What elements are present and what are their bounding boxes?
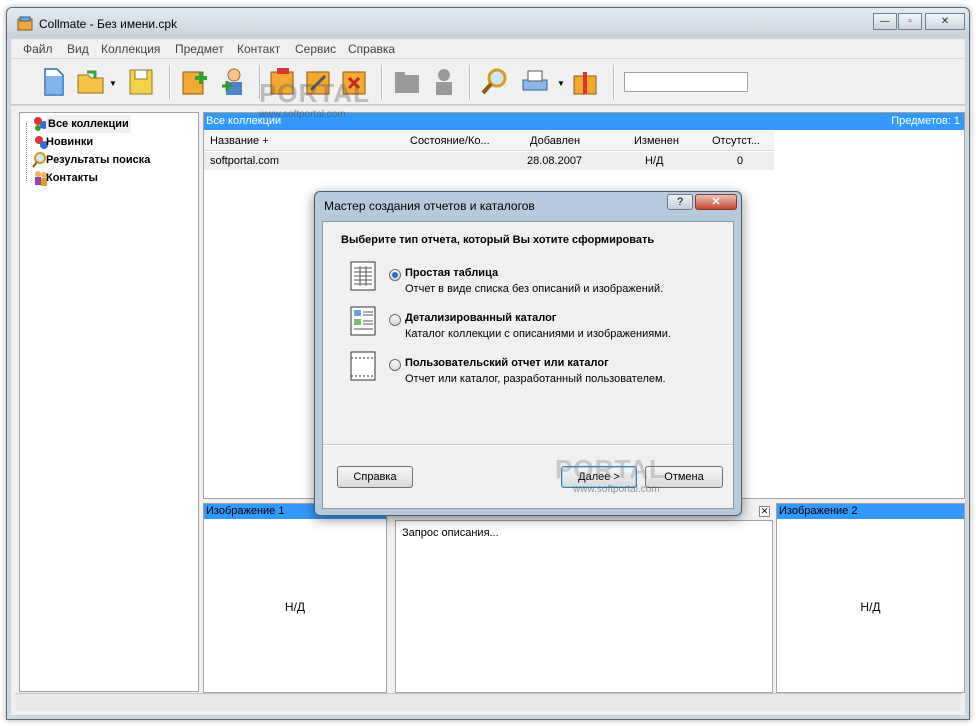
- toolbar-separator: [169, 65, 171, 99]
- print-icon[interactable]: [519, 66, 551, 98]
- disabled-collection-icon: [395, 72, 419, 93]
- cell-added: 28.08.2007: [527, 155, 583, 167]
- description-panel: Запрос описания...: [395, 520, 773, 693]
- open-dropdown-icon[interactable]: ▼: [109, 79, 117, 88]
- toolbar-separator: [613, 65, 615, 99]
- image1-panel: Изображение 1 Н/Д: [203, 503, 387, 693]
- add-collection-icon[interactable]: [179, 66, 211, 98]
- cell-absent: 0: [737, 155, 744, 167]
- menu-collection[interactable]: Коллекция: [101, 42, 160, 56]
- report-wizard-dialog: Мастер создания отчетов и каталогов ? ✕ …: [314, 191, 742, 516]
- menu-service[interactable]: Сервис: [295, 42, 336, 56]
- disabled-contact-icon: [436, 69, 452, 95]
- status-bar: [15, 693, 961, 711]
- menu-help[interactable]: Справка: [348, 42, 395, 56]
- image2-value: Н/Д: [860, 600, 881, 614]
- option-custom-report-desc: Отчет или каталог, разработанный пользов…: [405, 373, 666, 385]
- save-icon[interactable]: [125, 66, 157, 98]
- menu-view[interactable]: Вид: [67, 42, 89, 56]
- dialog-heading: Выберите тип отчета, который Вы хотите с…: [341, 234, 655, 246]
- image2-header: Изображение 2: [777, 504, 964, 519]
- toolbar: ▼ ▼: [11, 59, 965, 105]
- cell-name: softportal.com: [210, 155, 280, 167]
- option-simple-table-label[interactable]: Простая таблица: [405, 267, 498, 279]
- app-icon: [17, 16, 33, 31]
- title-bar[interactable]: Collmate - Без имени.cpk — ▫ ✕: [7, 8, 969, 38]
- add-contact-icon[interactable]: [217, 66, 249, 98]
- search-icon[interactable]: [479, 66, 511, 98]
- collection-tree: Все коллекции Новинки Результаты поиска …: [19, 112, 199, 692]
- help-button[interactable]: Справка: [337, 466, 413, 488]
- watermark-logo: PORTAL: [259, 78, 370, 108]
- table-row[interactable]: softportal.com 28.08.2007 Н/Д 0: [204, 152, 774, 170]
- watermark-url: www.softportal.com: [259, 109, 346, 120]
- detailed-catalog-icon: [350, 306, 376, 336]
- radio-simple-table[interactable]: [389, 269, 401, 281]
- tree-item-search-results[interactable]: Результаты поиска: [46, 151, 150, 169]
- image2-panel: Изображение 2 Н/Д: [776, 503, 965, 693]
- dialog-title: Мастер создания отчетов и каталогов: [324, 199, 535, 213]
- column-header-absent[interactable]: Отсутст...: [712, 135, 760, 147]
- column-header-added[interactable]: Добавлен: [530, 135, 580, 147]
- radio-detailed-catalog[interactable]: [389, 314, 401, 326]
- toolbar-separator: [469, 65, 471, 99]
- option-detailed-catalog-desc: Каталог коллекции с описаниями и изображ…: [405, 328, 671, 340]
- column-header-name[interactable]: Название +: [210, 135, 269, 147]
- option-custom-report-label[interactable]: Пользовательский отчет или каталог: [405, 357, 609, 369]
- minimize-button[interactable]: —: [873, 13, 897, 30]
- image1-value: Н/Д: [284, 600, 306, 614]
- close-description-icon[interactable]: ✕: [759, 506, 770, 517]
- dialog-help-button[interactable]: ?: [667, 194, 693, 210]
- option-simple-table-desc: Отчет в виде списка без описаний и изобр…: [405, 283, 664, 295]
- gift-icon[interactable]: [569, 66, 601, 98]
- menu-contact[interactable]: Контакт: [237, 42, 280, 56]
- custom-report-icon: [350, 351, 376, 381]
- column-header-changed[interactable]: Изменен: [634, 135, 679, 147]
- toolbar-separator: [381, 65, 383, 99]
- column-header-state[interactable]: Состояние/Ко...: [410, 135, 490, 147]
- new-file-icon[interactable]: [37, 66, 69, 98]
- watermark-logo-dialog: PORTAL: [555, 454, 666, 484]
- simple-table-icon: [350, 261, 376, 291]
- items-count: Предметов: 1: [891, 115, 960, 127]
- tree-item-all-collections[interactable]: Все коллекции: [46, 115, 131, 133]
- description-text: Запрос описания...: [402, 527, 499, 539]
- cell-changed: Н/Д: [645, 155, 664, 167]
- dialog-close-button[interactable]: ✕: [695, 194, 737, 210]
- dialog-body: Выберите тип отчета, который Вы хотите с…: [322, 221, 734, 509]
- menu-item[interactable]: Предмет: [175, 42, 224, 56]
- tree-item-contacts[interactable]: Контакты: [46, 169, 98, 187]
- radio-custom-report[interactable]: [389, 359, 401, 371]
- close-button[interactable]: ✕: [925, 13, 965, 30]
- menu-bar: Файл Вид Коллекция Предмет Контакт Серви…: [11, 39, 965, 59]
- print-dropdown-icon[interactable]: ▼: [557, 79, 565, 88]
- open-folder-icon[interactable]: [75, 66, 107, 98]
- window-title: Collmate - Без имени.cpk: [39, 17, 178, 31]
- option-detailed-catalog-label[interactable]: Детализированный каталог: [405, 312, 556, 324]
- search-input[interactable]: [624, 72, 748, 92]
- tree-item-new[interactable]: Новинки: [46, 133, 93, 151]
- menu-file[interactable]: Файл: [23, 42, 53, 56]
- maximize-button[interactable]: ▫: [898, 13, 922, 30]
- watermark-url-dialog: www.softportal.com: [573, 484, 660, 495]
- table-header: Название + Состояние/Ко... Добавлен Изме…: [204, 131, 774, 151]
- dialog-separator: [323, 444, 733, 446]
